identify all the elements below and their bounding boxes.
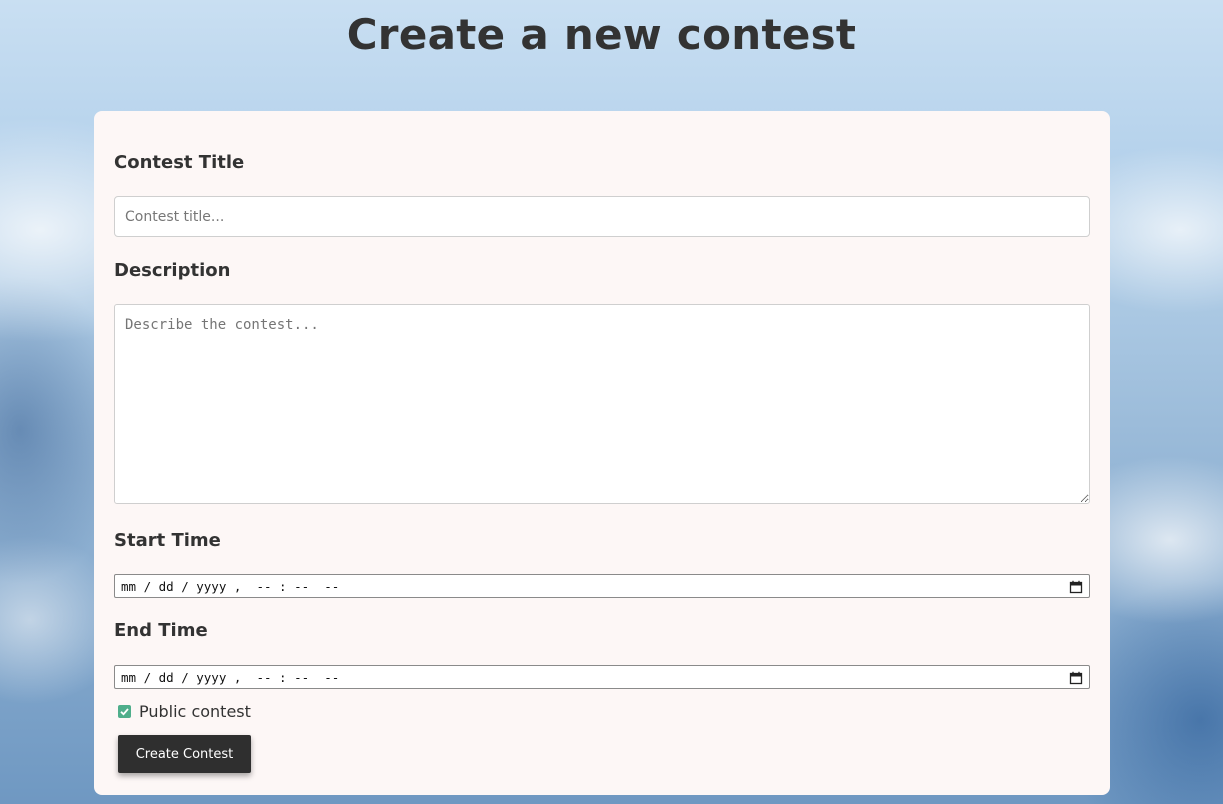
end-time-value: mm / dd / yyyy , -- : -- --	[121, 669, 340, 685]
contest-title-input[interactable]	[114, 196, 1090, 237]
description-label: Description	[114, 260, 231, 281]
page-title: Create a new contest	[346, 10, 857, 59]
end-time-input[interactable]: mm / dd / yyyy , -- : -- --	[114, 665, 1090, 689]
start-time-value: mm / dd / yyyy , -- : -- --	[121, 578, 340, 594]
start-time-input[interactable]: mm / dd / yyyy , -- : -- --	[114, 574, 1090, 598]
public-contest-label[interactable]: Public contest	[139, 702, 251, 721]
public-contest-row: Public contest	[118, 702, 251, 721]
end-time-label: End Time	[114, 620, 208, 641]
contest-form: Contest Title Description Start Time mm …	[94, 111, 1110, 795]
create-contest-button[interactable]: Create Contest	[118, 735, 251, 773]
contest-title-label: Contest Title	[114, 152, 245, 173]
calendar-icon[interactable]	[1069, 579, 1083, 594]
start-time-label: Start Time	[114, 530, 221, 551]
checkmark-icon	[120, 708, 129, 716]
description-textarea[interactable]	[114, 304, 1090, 504]
calendar-icon[interactable]	[1069, 670, 1083, 685]
public-contest-checkbox[interactable]	[118, 705, 131, 718]
